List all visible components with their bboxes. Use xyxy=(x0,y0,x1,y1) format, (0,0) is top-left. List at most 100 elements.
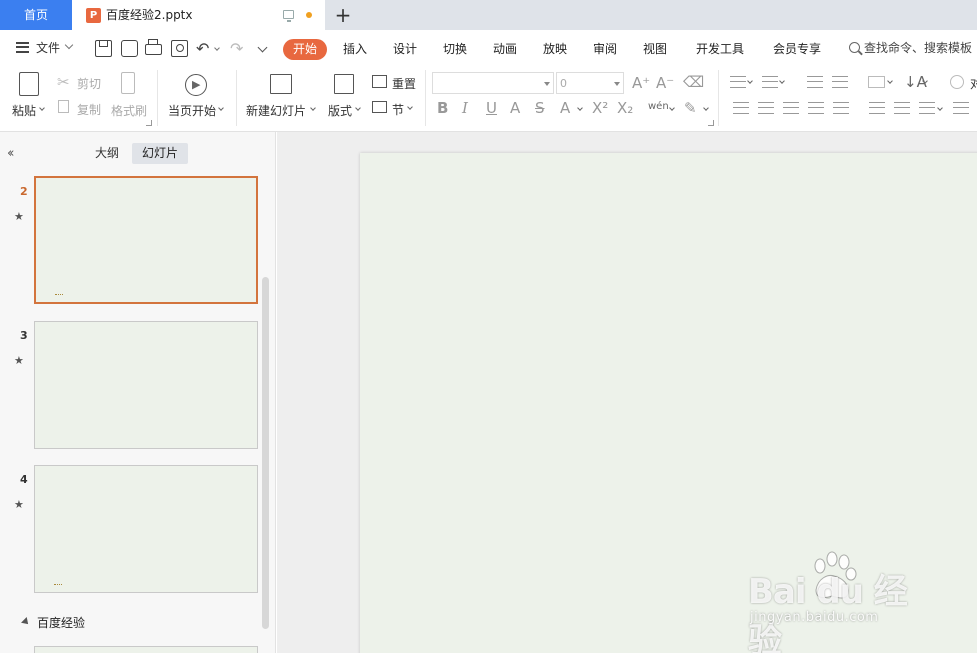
new-slide-icon[interactable] xyxy=(270,74,292,94)
file-menu[interactable]: 文件 xyxy=(36,30,60,66)
cut-button[interactable]: 剪切 xyxy=(77,75,101,92)
font-size-select[interactable]: 0 xyxy=(556,72,624,94)
section-collapse-icon[interactable] xyxy=(21,617,31,627)
slide-thumbnail[interactable] xyxy=(34,321,258,449)
format-painter-button[interactable]: 格式刷 xyxy=(111,102,147,119)
justify-icon[interactable] xyxy=(808,102,824,114)
command-search-input[interactable]: 查找命令、搜索模板 xyxy=(864,30,972,66)
new-slide-chevron-icon[interactable] xyxy=(310,105,316,111)
font-family-chevron-icon[interactable] xyxy=(544,82,550,86)
document-tab[interactable]: P 百度经验2.pptx xyxy=(72,0,325,30)
layout-icon[interactable] xyxy=(334,74,354,94)
new-tab-button[interactable]: + xyxy=(333,4,353,26)
font-family-select[interactable] xyxy=(432,72,554,94)
print-preview-icon[interactable] xyxy=(171,40,188,57)
underline-icon[interactable]: U xyxy=(486,99,497,117)
paste-dropdown-chevron-icon[interactable] xyxy=(39,105,45,111)
collapse-pane-icon[interactable]: ‹‹ xyxy=(7,146,15,161)
phonetic-chevron-icon[interactable] xyxy=(669,105,675,111)
clipboard-launcher-icon[interactable] xyxy=(146,120,152,126)
tab-review[interactable]: 审阅 xyxy=(593,30,617,68)
export-pdf-icon[interactable] xyxy=(121,40,138,57)
decrease-indent-icon[interactable] xyxy=(807,76,823,88)
undo-dropdown-chevron-icon[interactable] xyxy=(214,45,220,51)
text-box-chevron-icon[interactable] xyxy=(887,78,893,84)
text-shadow-icon[interactable]: A xyxy=(510,99,520,117)
font-color-chevron-icon[interactable] xyxy=(577,105,583,111)
font-color-icon[interactable]: A xyxy=(560,99,570,117)
spacing-options-icon[interactable] xyxy=(919,102,935,114)
search-icon[interactable] xyxy=(849,42,860,53)
bullets-chevron-icon[interactable] xyxy=(747,78,753,84)
section-name[interactable]: 百度经验 xyxy=(37,614,85,631)
tab-insert[interactable]: 插入 xyxy=(343,30,367,68)
play-dropdown-chevron-icon[interactable] xyxy=(218,105,224,111)
tab-developer[interactable]: 开发工具 xyxy=(696,30,744,68)
tab-home-ribbon[interactable]: 开始 xyxy=(283,39,327,60)
phonetic-guide-icon[interactable]: wén xyxy=(648,98,669,116)
layout-button[interactable]: 版式 xyxy=(328,102,352,119)
slides-pane-scrollbar[interactable] xyxy=(262,277,269,629)
tab-membership[interactable]: 会员专享 xyxy=(773,30,821,68)
redo-icon[interactable]: ↷ xyxy=(230,40,247,57)
print-icon[interactable] xyxy=(145,39,162,55)
slide-thumbnail[interactable] xyxy=(34,176,258,304)
new-slide-button[interactable]: 新建幻灯片 xyxy=(246,102,306,119)
hamburger-menu-icon[interactable] xyxy=(16,42,29,53)
save-icon[interactable] xyxy=(95,40,112,57)
paste-icon[interactable] xyxy=(19,72,39,96)
increase-indent-icon[interactable] xyxy=(832,76,848,88)
text-direction-icon[interactable] xyxy=(953,102,969,114)
customize-toolbar-chevron-icon[interactable] xyxy=(257,42,268,53)
tab-transitions[interactable]: 切换 xyxy=(443,30,467,68)
slide-thumbnail[interactable] xyxy=(34,646,258,653)
text-box-icon[interactable] xyxy=(868,76,885,88)
distribute-icon[interactable] xyxy=(833,102,849,114)
monitor-icon[interactable] xyxy=(283,10,294,22)
section-chevron-icon[interactable] xyxy=(407,104,413,110)
paragraph-spacing-icon[interactable] xyxy=(894,102,910,114)
ribbon-separator xyxy=(236,70,237,126)
section-icon[interactable] xyxy=(372,101,387,113)
tab-animations[interactable]: 动画 xyxy=(493,30,517,68)
numbering-chevron-icon[interactable] xyxy=(779,78,785,84)
reset-icon[interactable] xyxy=(372,75,387,88)
clear-format-icon[interactable]: ⌫ xyxy=(683,73,704,91)
numbering-icon[interactable] xyxy=(762,76,778,88)
decrease-font-icon[interactable]: A⁻ xyxy=(656,74,674,92)
superscript-icon[interactable]: X² xyxy=(592,99,608,117)
bullets-icon[interactable] xyxy=(730,76,746,88)
tab-outline[interactable]: 大纲 xyxy=(88,143,126,164)
tab-slides[interactable]: 幻灯片 xyxy=(132,143,188,164)
highlight-icon[interactable]: ✎ xyxy=(684,99,697,117)
strikethrough-icon[interactable]: S xyxy=(535,99,545,117)
ribbon-separator xyxy=(718,70,719,126)
section-button[interactable]: 节 xyxy=(392,101,404,118)
play-from-current-button[interactable]: 当页开始 xyxy=(168,102,216,119)
paste-button[interactable]: 粘贴 xyxy=(12,102,36,119)
tab-design[interactable]: 设计 xyxy=(393,30,417,68)
align-center-icon[interactable] xyxy=(758,102,774,114)
subscript-icon[interactable]: X₂ xyxy=(617,99,633,117)
animation-star-icon: ★ xyxy=(14,498,24,511)
bold-icon[interactable]: B xyxy=(437,99,448,117)
slide-thumbnail[interactable] xyxy=(34,465,258,593)
font-size-chevron-icon[interactable] xyxy=(614,82,620,86)
home-tab[interactable]: 首页 xyxy=(0,0,72,30)
highlight-chevron-icon[interactable] xyxy=(703,105,709,111)
line-spacing-icon[interactable] xyxy=(869,102,885,114)
layout-chevron-icon[interactable] xyxy=(355,105,361,111)
increase-font-icon[interactable]: A⁺ xyxy=(632,74,650,92)
spacing-options-chevron-icon[interactable] xyxy=(937,105,943,111)
font-launcher-icon[interactable] xyxy=(708,120,714,126)
italic-icon[interactable]: I xyxy=(462,99,468,117)
copy-button[interactable]: 复制 xyxy=(77,101,101,118)
undo-icon[interactable]: ↶ xyxy=(196,40,213,57)
reset-button[interactable]: 重置 xyxy=(392,75,416,92)
tab-slideshow[interactable]: 放映 xyxy=(543,30,567,68)
chevron-down-icon[interactable] xyxy=(64,40,74,50)
align-right-icon[interactable] xyxy=(783,102,799,114)
tab-view[interactable]: 视图 xyxy=(643,30,667,68)
align-left-icon[interactable] xyxy=(733,102,749,114)
columns-icon[interactable] xyxy=(950,75,964,89)
